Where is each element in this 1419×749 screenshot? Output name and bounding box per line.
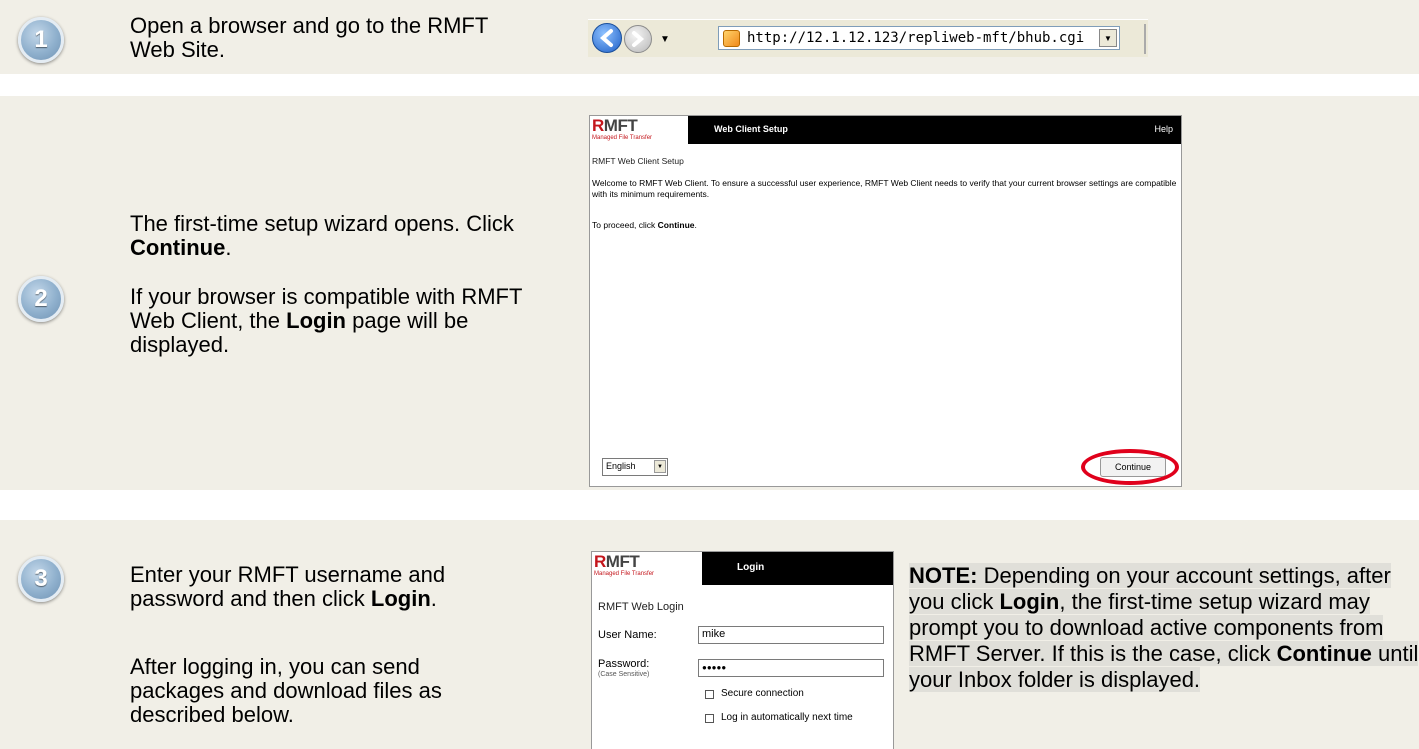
address-bar[interactable]: http://12.1.12.123/repliweb-mft/bhub.cgi… <box>718 26 1120 50</box>
address-url[interactable]: http://12.1.12.123/repliweb-mft/bhub.cgi <box>747 30 1084 46</box>
setup-welcome: Welcome to RMFT Web Client. To ensure a … <box>592 178 1177 199</box>
forward-arrow-icon[interactable] <box>624 25 652 53</box>
secure-connection-label: Secure connection <box>721 688 804 699</box>
step-3-text-b: After logging in, you can send packages … <box>130 655 442 727</box>
secure-connection-checkbox[interactable] <box>705 690 714 699</box>
note-text: NOTE: Depending on your account settings… <box>909 563 1419 692</box>
setup-proceed: To proceed, click Continue. <box>592 220 697 230</box>
auto-login-checkbox[interactable] <box>705 714 714 723</box>
step-1-badge: 1 <box>18 17 64 63</box>
back-arrow-icon[interactable] <box>592 23 622 53</box>
setup-heading: RMFT Web Client Setup <box>592 156 684 166</box>
login-heading: RMFT Web Login <box>598 601 684 613</box>
password-label: Password: <box>598 658 650 670</box>
login-tab: Login <box>737 562 765 573</box>
password-hint: (Case Sensitive) <box>598 671 650 678</box>
username-field[interactable]: mike <box>698 626 884 644</box>
setup-tab: Web Client Setup <box>714 124 788 134</box>
login-header: RMFT Managed File Transfer Login <box>592 552 893 585</box>
rmft-logo: RMFT Managed File Transfer <box>592 552 702 585</box>
dropdown-arrow-icon[interactable]: ▼ <box>1099 29 1117 47</box>
auto-login-label: Log in automatically next time <box>721 712 853 723</box>
step-3-badge: 3 <box>18 556 64 602</box>
step-1-text: Open a browser and go to the RMFT Web Si… <box>130 13 488 62</box>
browser-address-toolbar: ▼ http://12.1.12.123/repliweb-mft/bhub.c… <box>588 19 1148 57</box>
login-window: RMFT Managed File Transfer Login RMFT We… <box>591 551 894 749</box>
page-icon <box>723 30 740 47</box>
language-select[interactable]: English ▼ <box>602 458 668 476</box>
step-2-text-b: If your browser is compatible with RMFT … <box>130 284 523 357</box>
continue-highlight <box>1081 449 1179 485</box>
rmft-logo: RMFT Managed File Transfer <box>590 116 688 144</box>
help-link[interactable]: Help <box>1154 124 1173 134</box>
step-3-text-a: Enter your RMFT username and password an… <box>130 562 446 611</box>
setup-window: RMFT Managed File Transfer Web Client Se… <box>589 115 1182 487</box>
toolbar-separator <box>1144 24 1146 54</box>
step-2-text-a: The first-time setup wizard opens. Click… <box>130 211 514 260</box>
step-2-badge: 2 <box>18 276 64 322</box>
setup-header: RMFT Managed File Transfer Web Client Se… <box>590 116 1181 144</box>
history-dropdown-icon[interactable]: ▼ <box>660 34 670 45</box>
username-label: User Name: <box>598 629 657 641</box>
chevron-down-icon: ▼ <box>654 460 666 473</box>
password-field[interactable]: ●●●●● <box>698 659 884 677</box>
